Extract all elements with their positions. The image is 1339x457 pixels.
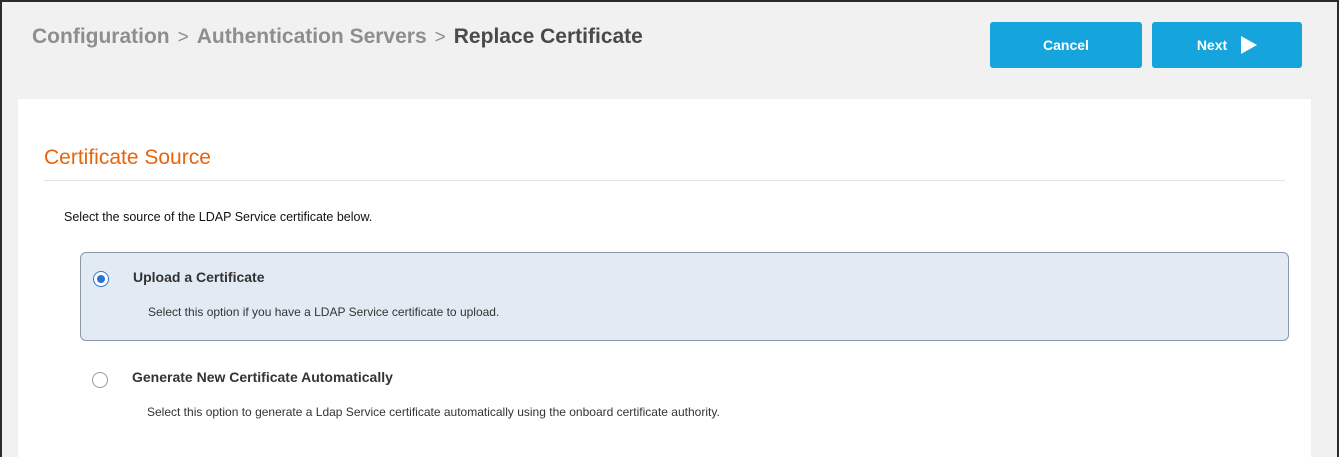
play-arrow-icon bbox=[1241, 36, 1258, 54]
breadcrumb-item-configuration[interactable]: Configuration bbox=[32, 25, 170, 48]
next-button[interactable]: Next bbox=[1152, 22, 1302, 68]
option-description: Select this option to generate a Ldap Se… bbox=[147, 405, 720, 419]
radio-generate-certificate[interactable] bbox=[92, 372, 108, 388]
breadcrumb-current: Replace Certificate bbox=[453, 25, 643, 48]
breadcrumb-separator: > bbox=[434, 27, 446, 48]
option-description: Select this option if you have a LDAP Se… bbox=[148, 305, 500, 319]
section-intro-text: Select the source of the LDAP Service ce… bbox=[64, 210, 373, 224]
option-upload-certificate[interactable]: Upload a Certificate Select this option … bbox=[80, 252, 1289, 341]
section-title: Certificate Source bbox=[44, 146, 211, 169]
next-button-label: Next bbox=[1196, 37, 1228, 53]
breadcrumb-item-authentication-servers[interactable]: Authentication Servers bbox=[197, 25, 427, 48]
app-window: Configuration > Authentication Servers > Rep… bbox=[0, 0, 1339, 457]
breadcrumb: Configuration > Authentication Servers > Rep… bbox=[32, 25, 643, 49]
option-generate-certificate[interactable]: Generate New Certificate Automatically S… bbox=[80, 361, 1289, 431]
certificate-source-panel: Certificate Source Select the source of … bbox=[18, 99, 1311, 457]
cancel-button[interactable]: Cancel bbox=[990, 22, 1142, 68]
cancel-button-label: Cancel bbox=[1043, 37, 1089, 53]
option-title: Upload a Certificate bbox=[133, 269, 265, 285]
option-title: Generate New Certificate Automatically bbox=[132, 369, 393, 385]
breadcrumb-separator: > bbox=[177, 27, 189, 48]
section-divider bbox=[44, 180, 1285, 181]
page-header: Configuration > Authentication Servers > Rep… bbox=[2, 2, 1337, 98]
radio-upload-certificate[interactable] bbox=[93, 271, 109, 287]
